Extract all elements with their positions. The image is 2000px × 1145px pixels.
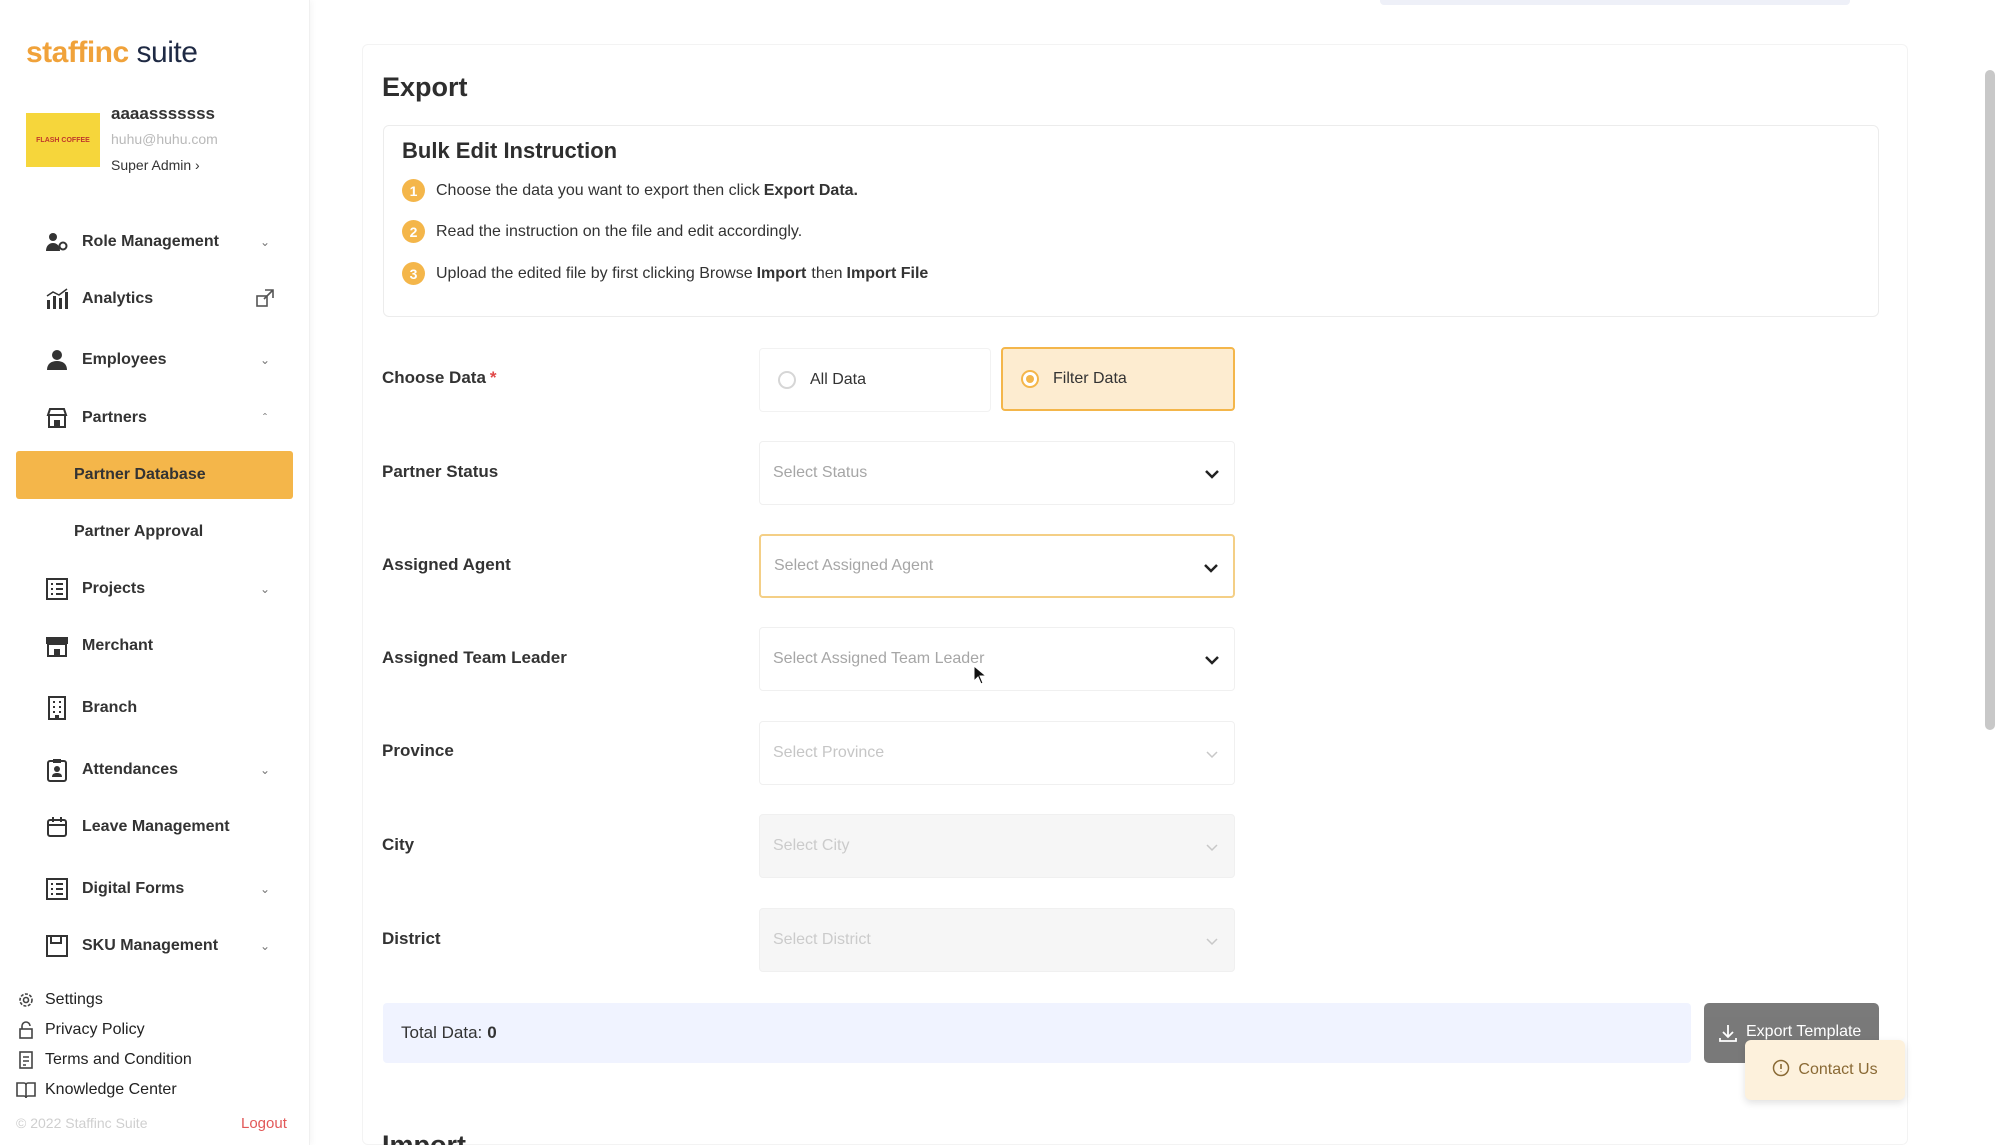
mouse-cursor bbox=[973, 664, 988, 690]
chevron-down-icon bbox=[1200, 462, 1224, 486]
sidebar-item-role-management[interactable]: Role Management ⌄ bbox=[16, 218, 293, 266]
assigned-agent-label: Assigned Agent bbox=[382, 555, 511, 574]
radio-circle bbox=[778, 371, 796, 389]
sidebar-item-partners[interactable]: Partners ˆ bbox=[16, 394, 293, 442]
sidebar: staffinc suite FLASH COFFEE aaaasssssss … bbox=[0, 0, 310, 1145]
total-data-bar: Total Data: 0 bbox=[383, 1003, 1691, 1063]
district-select[interactable]: Select District bbox=[759, 908, 1235, 972]
assigned-team-leader-label: Assigned Team Leader bbox=[382, 648, 567, 667]
assigned-agent-select[interactable]: Select Assigned Agent bbox=[759, 534, 1235, 598]
scrollbar[interactable] bbox=[1985, 70, 1995, 730]
chevron-down-icon: ⌄ bbox=[259, 353, 271, 367]
chevron-down-icon bbox=[1200, 648, 1224, 672]
user-email: huhu@huhu.com bbox=[111, 131, 218, 147]
user-name: aaaasssssss bbox=[111, 104, 216, 123]
instruction-step: 3 Upload the edited file by first clicki… bbox=[402, 262, 928, 285]
chevron-down-icon: ⌄ bbox=[259, 235, 271, 249]
sidebar-item-partner-approval[interactable]: Partner Approval bbox=[16, 508, 293, 556]
radio-circle-selected bbox=[1021, 370, 1039, 388]
privacy-policy-link[interactable]: Privacy Policy bbox=[16, 1020, 145, 1040]
assigned-team-leader-select[interactable]: Select Assigned Team Leader bbox=[759, 627, 1235, 691]
brand-logo[interactable]: staffinc suite bbox=[26, 36, 198, 70]
province-label: Province bbox=[382, 741, 454, 760]
sidebar-item-sku-management[interactable]: SKU Management ⌄ bbox=[16, 922, 293, 970]
sidebar-item-digital-forms[interactable]: Digital Forms ⌄ bbox=[16, 865, 293, 913]
chevron-down-icon: ⌄ bbox=[259, 763, 271, 777]
sidebar-item-analytics[interactable]: Analytics bbox=[16, 275, 293, 323]
partner-status-select[interactable]: Select Status bbox=[759, 441, 1235, 505]
clipboard-icon bbox=[44, 757, 70, 783]
copyright: © 2022 Staffinc Suite bbox=[16, 1115, 148, 1131]
sku-icon bbox=[44, 933, 70, 959]
radio-filter-data[interactable]: Filter Data bbox=[1001, 347, 1235, 411]
avatar[interactable]: FLASH COFFEE bbox=[26, 113, 100, 167]
instruction-step: 2 Read the instruction on the file and e… bbox=[402, 220, 802, 243]
merchant-icon bbox=[44, 633, 70, 659]
user-role-link[interactable]: Super Admin › bbox=[111, 157, 200, 173]
top-bar bbox=[1380, 0, 1850, 5]
district-label: District bbox=[382, 929, 441, 948]
page-title: Export bbox=[382, 72, 468, 102]
sidebar-item-employees[interactable]: Employees ⌄ bbox=[16, 336, 293, 384]
book-icon bbox=[16, 1080, 36, 1100]
partner-status-label: Partner Status bbox=[382, 462, 499, 481]
chevron-down-icon bbox=[1200, 742, 1224, 766]
chevron-down-icon bbox=[1200, 835, 1224, 859]
lock-icon bbox=[16, 1020, 36, 1040]
choose-data-label: Choose Data * bbox=[382, 368, 497, 387]
building-icon bbox=[44, 695, 70, 721]
sidebar-item-leave-management[interactable]: Leave Management bbox=[16, 803, 293, 851]
gear-icon bbox=[16, 990, 36, 1010]
bar-chart-icon bbox=[44, 286, 70, 312]
chevron-down-icon bbox=[1199, 556, 1223, 580]
chevron-down-icon bbox=[1200, 929, 1224, 953]
calendar-icon bbox=[44, 814, 70, 840]
people-icon bbox=[44, 347, 70, 373]
city-label: City bbox=[382, 835, 415, 854]
document-icon bbox=[16, 1050, 36, 1070]
instruction-title: Bulk Edit Instruction bbox=[402, 138, 618, 163]
logout-link[interactable]: Logout bbox=[241, 1115, 287, 1132]
instruction-step: 1 Choose the data you want to export the… bbox=[402, 179, 858, 202]
chevron-down-icon: ⌄ bbox=[259, 939, 271, 953]
sidebar-item-merchant[interactable]: Merchant bbox=[16, 622, 293, 670]
terms-link[interactable]: Terms and Condition bbox=[16, 1050, 192, 1070]
sidebar-item-projects[interactable]: Projects ⌄ bbox=[16, 565, 293, 613]
import-title: Import bbox=[382, 1130, 466, 1145]
sidebar-item-branch[interactable]: Branch bbox=[16, 684, 293, 732]
help-circle-icon bbox=[1772, 1059, 1790, 1082]
grid-list-icon bbox=[44, 576, 70, 602]
contact-us-button[interactable]: Contact Us bbox=[1745, 1040, 1905, 1100]
knowledge-center-link[interactable]: Knowledge Center bbox=[16, 1080, 177, 1100]
download-icon bbox=[1718, 1023, 1738, 1048]
form-icon bbox=[44, 876, 70, 902]
city-select[interactable]: Select City bbox=[759, 814, 1235, 878]
province-select[interactable]: Select Province bbox=[759, 721, 1235, 785]
chevron-down-icon: ⌄ bbox=[259, 582, 271, 596]
settings-link[interactable]: Settings bbox=[16, 990, 103, 1010]
store-icon bbox=[44, 405, 70, 431]
chevron-up-icon: ˆ bbox=[263, 411, 267, 425]
chevron-down-icon: ⌄ bbox=[259, 882, 271, 896]
external-link-icon[interactable] bbox=[255, 288, 275, 311]
sidebar-item-attendances[interactable]: Attendances ⌄ bbox=[16, 746, 293, 794]
radio-all-data[interactable]: All Data bbox=[759, 348, 991, 412]
sidebar-item-partner-database[interactable]: Partner Database bbox=[16, 451, 293, 499]
users-cog-icon bbox=[44, 229, 70, 255]
